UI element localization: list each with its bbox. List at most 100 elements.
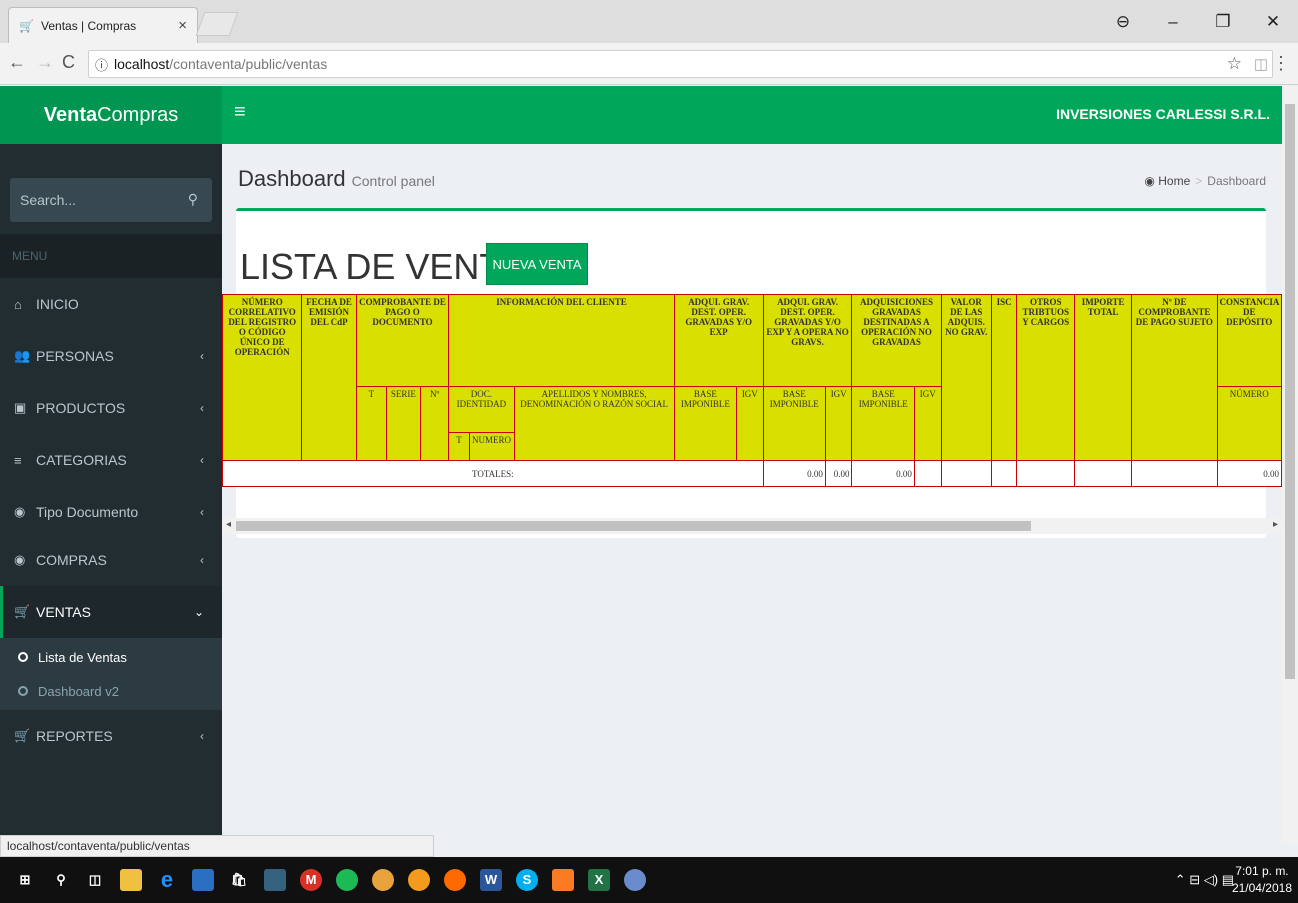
file-explorer-icon[interactable]	[120, 869, 142, 891]
horizontal-scrollbar[interactable]: ◂ ▸	[222, 518, 1282, 534]
close-window-button[interactable]: ✕	[1248, 12, 1298, 32]
vertical-scrollbar[interactable]	[1282, 86, 1298, 844]
new-tab-button[interactable]	[195, 12, 239, 36]
sidebar-toggle-icon[interactable]: ≡	[234, 101, 246, 124]
extension-icon[interactable]: ◫	[1254, 55, 1268, 73]
firefox-icon[interactable]	[444, 869, 466, 891]
word-icon[interactable]: W	[480, 869, 502, 891]
total-importe: 0.00	[1216, 460, 1282, 487]
logo-bold: Venta	[43, 103, 98, 126]
browser-tab[interactable]: 🛒 Ventas | Compras ×	[8, 7, 198, 43]
chevron-left-icon: ‹	[200, 453, 204, 467]
edge-icon[interactable]: e	[156, 869, 178, 891]
favicon-icon: 🛒	[19, 18, 34, 33]
dashboard-icon: ◉	[14, 504, 26, 519]
vertical-scroll-thumb[interactable]	[1285, 104, 1295, 679]
profile-icon[interactable]: ⊖	[1098, 12, 1148, 32]
url-input[interactable]: ⓘ localhost/contaventa/public/ventas	[88, 50, 1273, 78]
task-view-icon[interactable]: ◫	[84, 869, 106, 891]
system-tray-icons[interactable]: ⌃ ⊟ ◁) ▤	[1175, 872, 1234, 888]
subheader-n: Nº	[419, 386, 450, 461]
menu-header: MENU	[0, 234, 222, 278]
clock[interactable]: 7:01 p. m. 21/04/2018	[1232, 863, 1292, 897]
sidebar-item-label: CATEGORIAS	[36, 452, 127, 468]
submenu-item-lista-ventas[interactable]: Lista de Ventas	[0, 640, 222, 674]
store-icon[interactable]: 🛍	[228, 869, 250, 891]
sidebar-item-reportes[interactable]: 🛒 REPORTES ‹	[0, 710, 222, 762]
chevron-left-icon: ‹	[200, 505, 204, 519]
header-numero: NÚMERO CORRELATIVO DEL REGISTRO O CÓDIGO…	[222, 294, 303, 461]
paint-icon[interactable]	[624, 869, 646, 891]
header-cliente: INFORMACIÓN DEL CLIENTE	[448, 294, 675, 387]
submenu-item-dashboard-v2[interactable]: Dashboard v2	[0, 674, 222, 708]
gmail-icon[interactable]: M	[300, 869, 322, 891]
page-title: Dashboard Control panel	[238, 166, 435, 192]
chevron-left-icon: ‹	[200, 349, 204, 363]
window-controls: ⊖ – ❐ ✕	[1098, 0, 1298, 43]
sidebar-item-label: COMPRAS	[36, 552, 107, 568]
search-input[interactable]	[10, 178, 170, 222]
scroll-right-icon[interactable]: ▸	[1273, 519, 1278, 530]
sidebar: ⚲ MENU ⌂ INICIO 👥 PERSONAS ‹ ▣ PRODUCTOS…	[0, 144, 222, 844]
excel-icon[interactable]: X	[588, 869, 610, 891]
home-icon: ⌂	[14, 296, 22, 312]
restore-button[interactable]: ❐	[1198, 12, 1248, 32]
sidebar-item-personas[interactable]: 👥 PERSONAS ‹	[0, 330, 222, 382]
dashboard-icon: ◉	[1144, 174, 1155, 188]
sidebar-item-categorias[interactable]: ≡ CATEGORIAS ‹	[0, 434, 222, 486]
total-base-3	[940, 460, 992, 487]
spotify-icon[interactable]	[336, 869, 358, 891]
url-host: localhost	[114, 56, 170, 72]
sidebar-item-label: REPORTES	[36, 728, 113, 744]
header-adq-gravadas: ADQUI. GRAV. DEST. OPER. GRAVADAS Y/O EX…	[673, 294, 764, 387]
xampp-icon[interactable]	[552, 869, 574, 891]
breadcrumb-current: Dashboard	[1207, 174, 1266, 188]
total-otros	[1131, 460, 1218, 487]
clock-time: 7:01 p. m.	[1235, 864, 1289, 878]
back-icon[interactable]: ←	[8, 52, 26, 73]
search-icon[interactable]: ⚲	[188, 191, 198, 208]
tab-title: Ventas | Compras	[41, 18, 137, 33]
sidebar-item-ventas[interactable]: 🛒 VENTAS ⌄	[0, 586, 222, 638]
cart-icon: 🛒	[14, 604, 31, 619]
sidebar-item-productos[interactable]: ▣ PRODUCTOS ‹	[0, 382, 222, 434]
search-icon[interactable]: ⚲	[50, 869, 72, 891]
subheader-numero2: NUMERO	[468, 432, 515, 461]
info-icon[interactable]: ⓘ	[95, 55, 108, 74]
header-adquisiciones: ADQUISICIONES GRAVADAS DESTINADAS A OPER…	[851, 294, 942, 387]
submenu-item-label: Lista de Ventas	[38, 649, 127, 665]
url-path: /contaventa/public/ventas	[169, 56, 328, 72]
header-adq-gravadas-no-grav: ADQUI. GRAV. DEST. OPER. GRAVADAS Y/O EX…	[762, 294, 853, 387]
gift-icon: ▣	[14, 400, 27, 415]
browser-menu-icon[interactable]: ⋮	[1272, 53, 1290, 74]
windows-start-icon[interactable]: ⊞	[14, 869, 36, 891]
forward-icon[interactable]: →	[36, 52, 54, 73]
sidebar-item-inicio[interactable]: ⌂ INICIO	[0, 278, 222, 330]
totales-label: TOTALES:	[222, 460, 764, 487]
nueva-venta-button[interactable]: NUEVA VENTA	[486, 243, 588, 285]
breadcrumb-home[interactable]: Home	[1158, 174, 1190, 188]
minimize-button[interactable]: –	[1148, 12, 1198, 32]
bookmark-star-icon[interactable]: ☆	[1227, 54, 1242, 74]
scroll-left-icon[interactable]: ◂	[226, 519, 231, 530]
sidebar-item-compras[interactable]: ◉ COMPRAS ‹	[0, 534, 222, 586]
circle-icon	[18, 652, 28, 662]
skype-icon[interactable]: S	[516, 869, 538, 891]
total-valor	[1016, 460, 1075, 487]
subheader-igv-3: IGV	[913, 386, 942, 461]
horizontal-scroll-thumb[interactable]	[236, 521, 1031, 531]
status-url: localhost/contaventa/public/ventas	[0, 835, 434, 857]
header-n-comprobante: Nº DE COMPROBANTE DE PAGO SUJETO	[1131, 294, 1218, 461]
app-logo[interactable]: Venta Compras	[0, 86, 222, 144]
sidebar-item-tipo-documento[interactable]: ◉ Tipo Documento ‹	[0, 486, 222, 538]
chrome-icon[interactable]	[372, 869, 394, 891]
company-name[interactable]: INVERSIONES CARLESSI S.R.L.	[1056, 106, 1270, 122]
total-igv-3	[990, 460, 1018, 487]
taskbar: ⊞ ⚲ ◫ e 🛍 M W S X ⌃ ⊟ ◁) ▤ 7:01 p. m. 21…	[0, 857, 1298, 903]
app-icon[interactable]	[192, 869, 214, 891]
breadcrumb-separator: >	[1195, 174, 1203, 188]
reload-icon[interactable]: C	[62, 52, 75, 73]
fl-studio-icon[interactable]	[408, 869, 430, 891]
media-icon[interactable]	[264, 869, 286, 891]
tab-close-button[interactable]: ×	[178, 17, 187, 34]
